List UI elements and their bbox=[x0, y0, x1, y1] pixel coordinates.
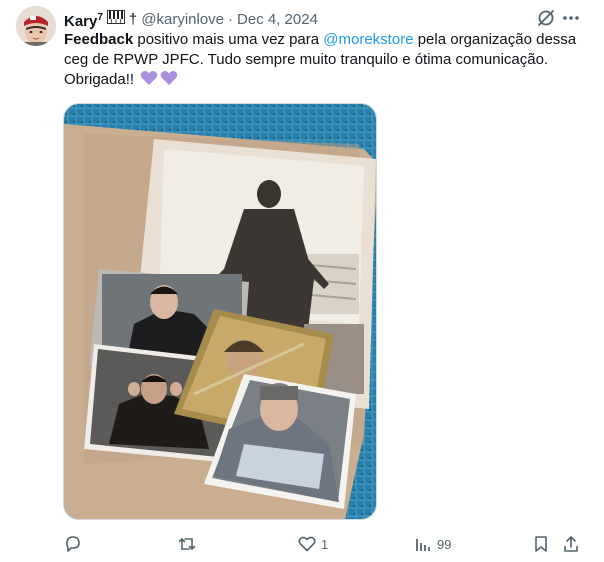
grok-icon[interactable] bbox=[536, 8, 556, 28]
mention-link[interactable]: @morekstore bbox=[323, 31, 413, 48]
tweet-text-bold: Feedback bbox=[64, 31, 134, 48]
tweet-photo[interactable] bbox=[63, 103, 377, 520]
author-name[interactable]: Kary7 bbox=[64, 8, 103, 32]
more-options-icon[interactable] bbox=[561, 8, 581, 28]
tweet-date[interactable]: Dec 4, 2024 bbox=[237, 10, 318, 30]
avatar-image bbox=[16, 6, 56, 46]
purple-heart-icon bbox=[160, 70, 178, 92]
share-button[interactable] bbox=[561, 532, 581, 556]
separator-dot: · bbox=[228, 11, 234, 28]
views-chart-icon bbox=[416, 539, 430, 551]
tweet-text-part1: positivo mais uma vez para bbox=[133, 31, 324, 48]
share-icon bbox=[564, 536, 578, 552]
bookmark-icon bbox=[535, 536, 547, 552]
tweet-text: Feedback positivo mais uma vez para @mor… bbox=[64, 30, 584, 92]
like-button[interactable]: 1 bbox=[297, 532, 328, 556]
purple-heart-icon bbox=[140, 70, 158, 92]
bookmark-button[interactable] bbox=[531, 532, 551, 556]
dagger-symbol: † bbox=[128, 11, 138, 28]
views-count: 99 bbox=[437, 536, 452, 552]
views-button[interactable]: 99 bbox=[413, 532, 451, 556]
reply-button[interactable] bbox=[63, 532, 87, 556]
retweet-icon bbox=[178, 538, 196, 550]
tweet-header: Kary7 † @karyinlove · Dec 4, 2024 bbox=[64, 8, 318, 32]
author-name-superscript: 7 bbox=[97, 12, 103, 23]
reply-icon bbox=[66, 536, 80, 552]
author-handle[interactable]: @karyinlove bbox=[141, 10, 224, 30]
photocards-image bbox=[64, 104, 376, 519]
like-count: 1 bbox=[321, 536, 329, 552]
tweet-actions: 1 99 bbox=[0, 528, 604, 560]
retweet-button[interactable] bbox=[177, 532, 201, 556]
like-heart-icon bbox=[298, 536, 316, 552]
author-name-text[interactable]: Kary bbox=[64, 13, 97, 30]
avatar[interactable] bbox=[16, 6, 56, 46]
piano-keys-emoji-icon bbox=[106, 10, 125, 30]
